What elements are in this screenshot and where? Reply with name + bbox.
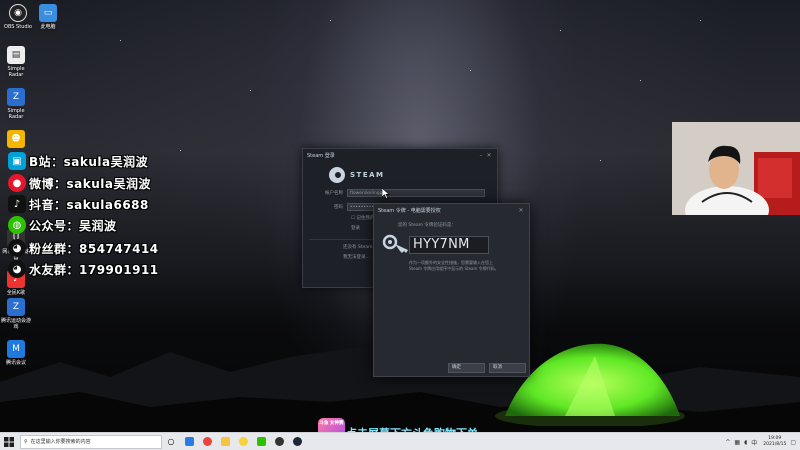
obs-icon: ◉ xyxy=(9,4,27,22)
qq-icon: ◕ xyxy=(8,239,26,257)
volume-icon[interactable]: ◖ xyxy=(744,439,747,446)
search-icon: ⚲ xyxy=(24,438,28,445)
obs-icon xyxy=(274,437,284,446)
desktop-icon-tencent-meeting[interactable]: M 腾讯会议 xyxy=(0,340,32,366)
file-icon: ▤ xyxy=(7,46,25,64)
desktop-icon-tencent-sports[interactable]: Z 腾讯运动会游戏 xyxy=(0,298,32,330)
zip-icon: Z xyxy=(7,88,25,106)
steam-icon xyxy=(292,437,302,446)
taskbar-chrome[interactable] xyxy=(198,433,216,450)
notification-icon[interactable]: ▢ xyxy=(790,439,796,446)
desktop-icon-kaixingui[interactable]: ☻ xyxy=(0,130,32,150)
taskbar-obs[interactable] xyxy=(270,433,288,450)
task-view-icon: ○ xyxy=(167,437,175,446)
account-name-field[interactable]: flowerskelingg xyxy=(347,189,485,197)
edge-icon xyxy=(184,437,194,446)
steam-guard-dialog: Steam 令牌 - 电脑需要授权 ✕ 您的 Steam 令牌验证码是： HYY… xyxy=(373,203,530,377)
taskbar-explorer[interactable] xyxy=(216,433,234,450)
zip-icon: Z xyxy=(7,298,25,316)
network-icon[interactable]: ▦ xyxy=(734,439,740,446)
social-bilibili: ▣ B站：sakula吴润波 xyxy=(8,152,148,170)
social-wechat: ◍ 公众号：吴润波 xyxy=(8,216,117,234)
taskbar-clock[interactable]: 19:09 2021/8/15 xyxy=(763,436,786,448)
wechat-icon xyxy=(256,437,266,446)
close-icon[interactable]: ✕ xyxy=(517,207,525,214)
meeting-icon: M xyxy=(7,340,25,358)
taskbar-search-input[interactable]: ⚲ 在这里输入你要搜索的内容 xyxy=(20,434,162,449)
close-icon[interactable]: ✕ xyxy=(485,152,493,159)
guard-cancel-button[interactable]: 取消 xyxy=(489,363,526,373)
taskbar: ⚲ 在这里输入你要搜索的内容 ○ ^ ▦ ◖ 中 19:09 2021/8/15… xyxy=(0,432,800,450)
windows-icon xyxy=(4,436,14,447)
steam-logo: STEAM xyxy=(329,167,497,183)
chevron-up-icon[interactable]: ^ xyxy=(725,439,730,446)
qq-icon xyxy=(238,437,248,446)
wechat-icon: ◍ xyxy=(8,216,26,234)
taskbar-steam[interactable] xyxy=(288,433,306,450)
social-douyin: ♪ 抖音：sakula6688 xyxy=(8,195,149,213)
taskbar-wechat[interactable] xyxy=(252,433,270,450)
weibo-icon: ● xyxy=(8,174,26,192)
computer-icon: ▭ xyxy=(39,4,57,22)
social-weibo: ● 微博：sakula吴润波 xyxy=(8,174,151,192)
desktop-icon-obs[interactable]: ◉ OBS Studio xyxy=(2,4,34,30)
qq-icon: ◕ xyxy=(8,260,26,278)
task-view-button[interactable]: ○ xyxy=(162,433,180,450)
bilibili-icon: ▣ xyxy=(8,152,26,170)
social-friends-group: ◕ 水友群：179901911 xyxy=(8,260,159,278)
guard-submit-button[interactable]: 确定 xyxy=(448,363,485,373)
checkbox-icon: ☐ xyxy=(351,216,356,221)
ime-icon[interactable]: 中 xyxy=(751,438,757,447)
taskbar-edge[interactable] xyxy=(180,433,198,450)
start-button[interactable] xyxy=(0,433,18,450)
key-icon xyxy=(382,234,408,253)
taskbar-qq[interactable] xyxy=(234,433,252,450)
douyin-icon: ♪ xyxy=(8,195,26,213)
minimize-icon[interactable]: – xyxy=(477,152,485,159)
guard-prompt: 您的 Steam 令牌验证码是： xyxy=(398,223,456,228)
chrome-icon xyxy=(202,437,212,446)
webcam-overlay xyxy=(672,122,800,215)
steam-guard-titlebar[interactable]: Steam 令牌 - 电脑需要授权 ✕ xyxy=(374,204,529,216)
streamer-video xyxy=(672,122,800,215)
guard-description: 作为一项额外的安全性措施，您需要输入在您上 Steam 令牌应用程序中显示的 S… xyxy=(409,260,499,271)
system-tray: ^ ▦ ◖ 中 19:09 2021/8/15 ▢ xyxy=(721,433,796,450)
desktop-icon-simple-radar-2[interactable]: Z Simple Radar xyxy=(0,88,32,120)
social-fans-group: ◕ 粉丝群：854747414 xyxy=(8,239,159,257)
guard-code-input[interactable]: HYY7NM xyxy=(409,236,489,254)
steam-login-titlebar[interactable]: Steam 登录 – ✕ xyxy=(303,149,497,161)
desktop-icon-this-pc[interactable]: ▭ 此电脑 xyxy=(32,4,64,30)
steam-icon xyxy=(329,167,345,183)
folder-icon xyxy=(220,437,230,446)
mascot-icon: ☻ xyxy=(7,130,25,148)
desktop-icon-simple-radar-1[interactable]: ▤ Simple Radar xyxy=(0,46,32,78)
mouse-cursor-icon xyxy=(382,188,390,199)
